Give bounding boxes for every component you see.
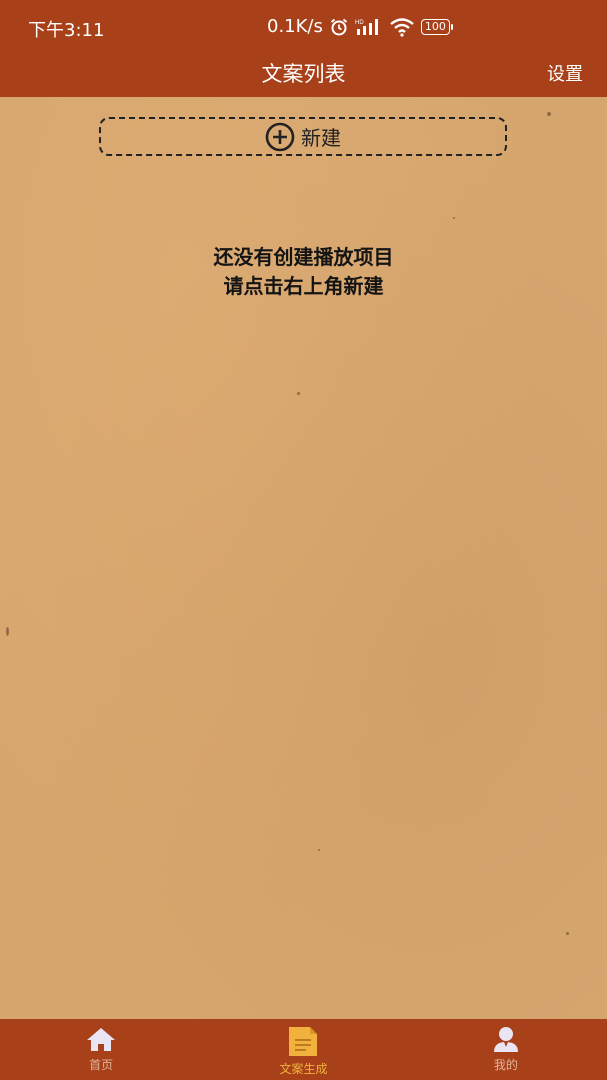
bottom-tab-bar: 首页 文案生成 我的 bbox=[0, 1019, 607, 1080]
tab-label: 我的 bbox=[493, 1058, 518, 1072]
signal-icon: HD bbox=[355, 18, 378, 35]
empty-state-line1: 还没有创建播放项目 bbox=[213, 245, 394, 269]
empty-state-message: 还没有创建播放项目 请点击右上角新建 bbox=[0, 243, 607, 301]
alarm-icon bbox=[330, 18, 348, 35]
tab-label: 文案生成 bbox=[279, 1062, 328, 1076]
empty-state-line2: 请点击右上角新建 bbox=[223, 274, 384, 298]
settings-button[interactable]: 设置 bbox=[547, 60, 583, 86]
content-background bbox=[0, 97, 607, 1019]
page-title: 文案列表 bbox=[261, 62, 346, 86]
home-icon bbox=[87, 1028, 116, 1051]
tab-label: 首页 bbox=[89, 1058, 114, 1072]
plus-circle-icon bbox=[265, 122, 295, 151]
svg-text:HD: HD bbox=[355, 20, 364, 26]
status-indicators: 0.1K/s HD 100 bbox=[267, 16, 453, 37]
tab-home[interactable]: 首页 bbox=[0, 1019, 202, 1080]
tab-mine[interactable]: 我的 bbox=[405, 1019, 607, 1080]
status-time: 下午3:11 bbox=[28, 20, 105, 41]
network-speed: 0.1K/s bbox=[267, 16, 323, 37]
document-icon bbox=[289, 1027, 318, 1056]
user-icon bbox=[493, 1027, 518, 1052]
app-header: 下午3:11 0.1K/s HD 100 文案列表 设置 bbox=[0, 0, 607, 97]
wifi-icon bbox=[390, 17, 414, 37]
new-item-button[interactable]: 新建 bbox=[99, 117, 507, 156]
tab-copy-generation[interactable]: 文案生成 bbox=[202, 1019, 404, 1080]
battery-icon: 100 bbox=[420, 18, 453, 35]
new-button-label: 新建 bbox=[301, 126, 341, 150]
